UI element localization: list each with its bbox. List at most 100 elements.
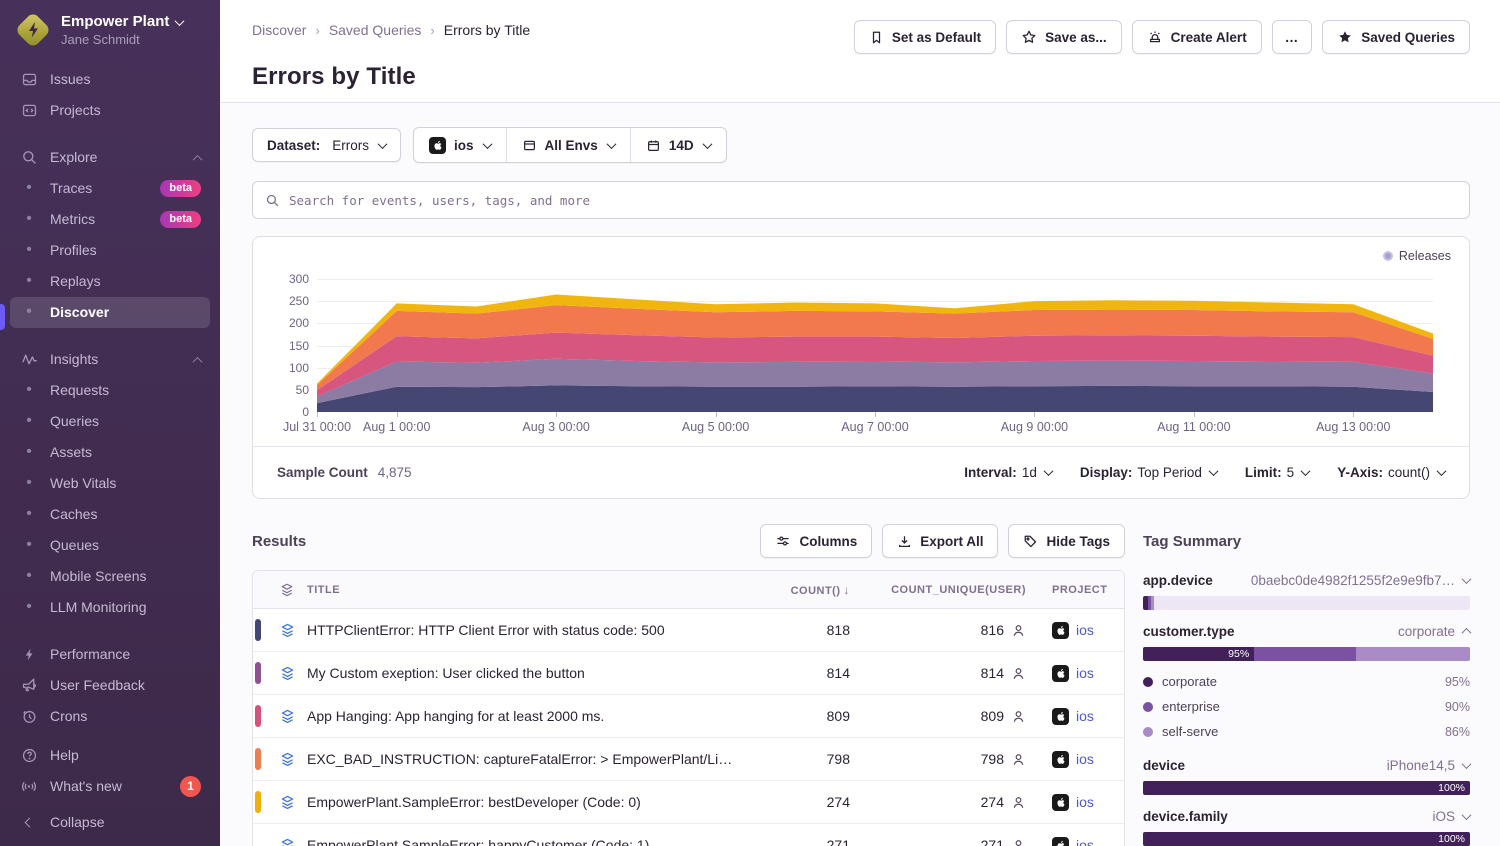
chart-control-interval[interactable]: Interval:1d [964, 465, 1052, 480]
stack-trace-icon[interactable] [267, 622, 307, 639]
sidebar-item-performance[interactable]: Performance [10, 639, 210, 670]
tag-distribution-bar[interactable] [1143, 596, 1470, 610]
sidebar-item-web-vitals[interactable]: •Web Vitals [10, 468, 210, 499]
sidebar-collapse-button[interactable]: Collapse [0, 800, 220, 846]
breadcrumb-current: Errors by Title [444, 22, 530, 38]
help-icon [19, 747, 39, 764]
sidebar-section-insights[interactable]: Insights [10, 344, 210, 375]
org-switcher[interactable]: Empower Plant Jane Schmidt [0, 0, 220, 56]
stack-trace-icon[interactable] [267, 708, 307, 725]
tag-key: app.device [1143, 573, 1213, 588]
project-link[interactable]: ios [1076, 837, 1094, 846]
tag-summary-title: Tag Summary [1143, 523, 1470, 559]
chevron-down-icon [1462, 810, 1472, 820]
error-title-link[interactable]: My Custom exeption: User clicked the but… [307, 665, 749, 681]
search-input[interactable]: Search for events, users, tags, and more [252, 181, 1470, 219]
breadcrumb: Discover › Saved Queries › Errors by Tit… [252, 20, 530, 38]
tag-label-row[interactable]: device.familyiOS [1143, 809, 1470, 824]
x-axis-tick [556, 412, 557, 417]
project-filter[interactable]: ios [414, 128, 506, 162]
export-all-button[interactable]: Export All [882, 524, 998, 558]
sidebar-item-traces[interactable]: •Tracesbeta [10, 173, 210, 204]
tag-distribution-bar[interactable]: 100% [1143, 781, 1470, 795]
sidebar-item-replays[interactable]: •Replays [10, 266, 210, 297]
chart-control-yaxis[interactable]: Y-Axis:count() [1337, 465, 1445, 480]
breadcrumb-discover[interactable]: Discover [252, 22, 306, 38]
stack-trace-icon[interactable] [267, 665, 307, 682]
error-title-link[interactable]: App Hanging: App hanging for at least 20… [307, 708, 749, 724]
sidebar-item-assets[interactable]: •Assets [10, 437, 210, 468]
sidebar-item-llm-monitoring[interactable]: •LLM Monitoring [10, 592, 210, 623]
tag-legend-row[interactable]: enterprise90% [1143, 694, 1470, 719]
tag-label-row[interactable]: deviceiPhone14,5 [1143, 758, 1470, 773]
stacked-area-chart[interactable]: 050100150200250300 [317, 279, 1433, 412]
sidebar-item-queues[interactable]: •Queues [10, 530, 210, 561]
sidebar-item-user-feedback[interactable]: User Feedback [10, 670, 210, 701]
sidebar-item-help[interactable]: Help [10, 740, 210, 771]
sidebar-item-crons[interactable]: Crons [10, 701, 210, 732]
chart-control-display[interactable]: Display:Top Period [1080, 465, 1217, 480]
sidebar-section-explore[interactable]: Explore [10, 142, 210, 173]
create-alert-button[interactable]: Create Alert [1132, 20, 1262, 54]
environment-filter[interactable]: All Envs [506, 128, 630, 162]
tag-bar-segment: 100% [1143, 832, 1470, 846]
column-header-project[interactable]: PROJECT [1026, 584, 1124, 596]
column-header-count[interactable]: COUNT()↓ [749, 583, 854, 597]
tag-legend-row[interactable]: corporate95% [1143, 669, 1470, 694]
sidebar-item-label: LLM Monitoring [50, 599, 147, 615]
search-icon [19, 149, 39, 166]
set-as-default-button[interactable]: Set as Default [854, 20, 996, 54]
stack-trace-icon[interactable] [267, 794, 307, 811]
error-title-link[interactable]: HTTPClientError: HTTP Client Error with … [307, 622, 749, 638]
x-axis-tick [716, 412, 717, 417]
y-axis-label: 50 [271, 383, 309, 397]
tag-distribution-bar[interactable]: 95% [1143, 647, 1470, 661]
stack-trace-icon[interactable] [267, 751, 307, 768]
control-label: Interval: [964, 465, 1017, 480]
sidebar-item-label: Replays [50, 273, 101, 289]
tag-distribution-bar[interactable]: 100% [1143, 832, 1470, 846]
person-icon [1011, 666, 1026, 681]
series-color-chip [255, 662, 261, 684]
project-link[interactable]: ios [1076, 708, 1094, 724]
sidebar-item-what-s-new[interactable]: What's new1 [10, 771, 210, 800]
project-cell: ios [1026, 665, 1124, 682]
sidebar-item-profiles[interactable]: •Profiles [10, 235, 210, 266]
sidebar-item-queries[interactable]: •Queries [10, 406, 210, 437]
chart-legend-releases[interactable]: Releases [1383, 249, 1451, 263]
tag-label-row[interactable]: customer.typecorporate [1143, 624, 1470, 639]
tag-legend: corporate95%enterprise90%self-serve86% [1143, 669, 1470, 744]
project-link[interactable]: ios [1076, 751, 1094, 767]
project-cell: ios [1026, 708, 1124, 725]
sidebar-item-discover[interactable]: •Discover [10, 297, 210, 328]
column-header-count-unique[interactable]: COUNT_UNIQUE(USER) [854, 584, 1026, 596]
tag-legend-row[interactable]: self-serve86% [1143, 719, 1470, 744]
error-title-link[interactable]: EmpowerPlant.SampleError: bestDeveloper … [307, 794, 749, 810]
date-range-filter[interactable]: 14D [630, 128, 726, 162]
sidebar-item-requests[interactable]: •Requests [10, 375, 210, 406]
sidebar-item-issues[interactable]: Issues [10, 64, 210, 95]
error-title-link[interactable]: EmpowerPlant.SampleError: happyCustomer … [307, 837, 749, 846]
hide-tags-button[interactable]: Hide Tags [1008, 524, 1125, 558]
columns-button[interactable]: Columns [760, 524, 872, 558]
dataset-selector[interactable]: Dataset:Errors [252, 128, 401, 162]
page-filter-group: ios All Envs 14D [413, 127, 727, 163]
project-link[interactable]: ios [1076, 665, 1094, 681]
chart-control-limit[interactable]: Limit:5 [1245, 465, 1309, 480]
saved-queries-button[interactable]: Saved Queries [1322, 20, 1470, 54]
tag-summary-panel: Tag Summary app.device0baebc0de4982f1255… [1143, 523, 1470, 846]
save-as-button[interactable]: Save as... [1006, 20, 1122, 54]
overflow-menu-button[interactable]: … [1272, 20, 1313, 54]
column-header-title[interactable]: TITLE [307, 584, 749, 596]
breadcrumb-saved-queries[interactable]: Saved Queries [329, 22, 422, 38]
sidebar-item-mobile-screens[interactable]: •Mobile Screens [10, 561, 210, 592]
stack-trace-icon[interactable] [267, 837, 307, 846]
org-name: Empower Plant [61, 13, 169, 31]
sidebar-item-caches[interactable]: •Caches [10, 499, 210, 530]
project-link[interactable]: ios [1076, 622, 1094, 638]
project-link[interactable]: ios [1076, 794, 1094, 810]
sidebar-item-metrics[interactable]: •Metricsbeta [10, 204, 210, 235]
error-title-link[interactable]: EXC_BAD_INSTRUCTION: captureFatalError: … [307, 751, 749, 767]
sidebar-item-projects[interactable]: Projects [10, 95, 210, 126]
tag-label-row[interactable]: app.device0baebc0de4982f1255f2e9e9fb7… [1143, 573, 1470, 588]
